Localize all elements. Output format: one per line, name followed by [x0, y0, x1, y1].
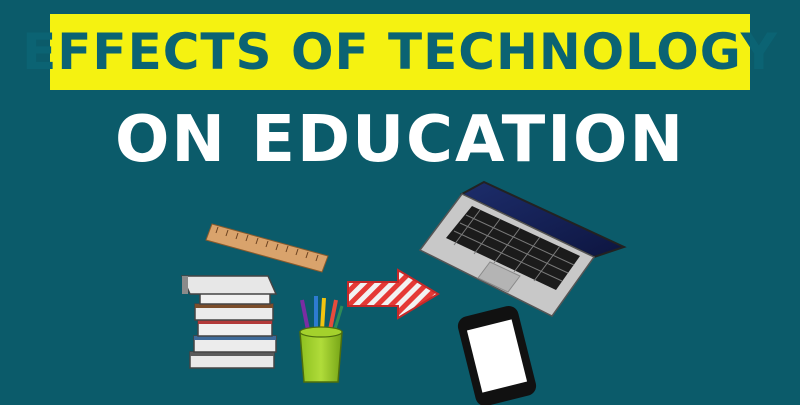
arrow-icon: [347, 268, 440, 320]
book-stack-icon: [180, 275, 278, 369]
ruler-icon: [205, 223, 329, 273]
illustration: [180, 180, 627, 405]
pencil-cup-icon: [299, 296, 344, 383]
smartphone-icon: [457, 305, 537, 405]
laptop-icon: [418, 180, 627, 317]
